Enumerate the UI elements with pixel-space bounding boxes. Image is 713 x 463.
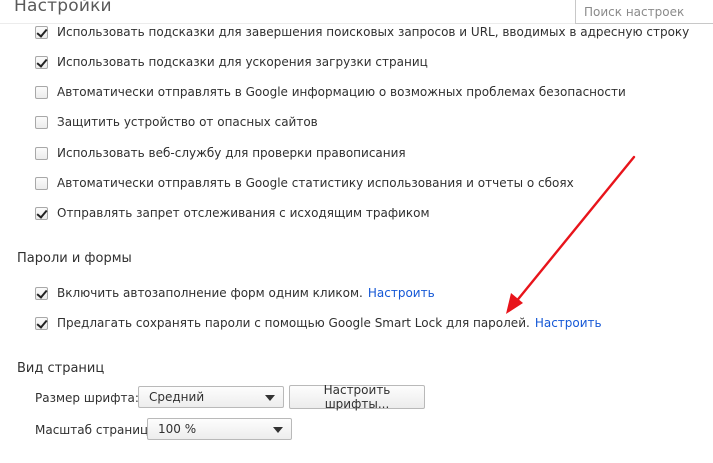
checkbox-row-autofill[interactable]: Включить автозаполнение форм одним клико… bbox=[35, 285, 435, 301]
checkbox[interactable] bbox=[35, 176, 48, 190]
dropdown-arrow-icon bbox=[273, 427, 283, 433]
checkbox-row-safe-browsing[interactable]: Защитить устройство от опасных сайтов bbox=[35, 114, 318, 130]
checkbox-label: Отправлять запрет отслеживания с исходящ… bbox=[57, 206, 430, 220]
dropdown-arrow-icon bbox=[265, 395, 275, 401]
checkbox-label: Предлагать сохранять пароли с помощью Go… bbox=[57, 316, 530, 330]
checkbox-row-search-suggestions[interactable]: Использовать подсказки для завершения по… bbox=[35, 24, 689, 40]
font-size-label: Размер шрифта: bbox=[35, 391, 139, 405]
checkbox-row-usage-stats[interactable]: Автоматически отправлять в Google статис… bbox=[35, 175, 574, 191]
checkbox-label: Использовать подсказки для ускорения заг… bbox=[57, 55, 428, 69]
checkbox-label: Использовать веб-службу для проверки пра… bbox=[57, 146, 406, 160]
checkbox[interactable] bbox=[35, 55, 48, 69]
checkbox-row-prefetch[interactable]: Использовать подсказки для ускорения заг… bbox=[35, 54, 428, 70]
checkbox-label: Автоматически отправлять в Google статис… bbox=[57, 176, 574, 190]
passwords-settings-link[interactable]: Настроить bbox=[535, 316, 602, 330]
page-zoom-label: Масштаб страницы: bbox=[35, 423, 162, 437]
checkbox[interactable] bbox=[35, 206, 48, 220]
checkbox-label: Автоматически отправлять в Google информ… bbox=[57, 85, 626, 99]
autofill-settings-link[interactable]: Настроить bbox=[368, 286, 435, 300]
page-title: Настройки bbox=[14, 0, 112, 16]
font-size-value: Средний bbox=[149, 390, 205, 404]
checkbox-row-security-reports[interactable]: Автоматически отправлять в Google информ… bbox=[35, 84, 626, 100]
checkbox-label: Защитить устройство от опасных сайтов bbox=[57, 115, 318, 129]
section-title-passwords: Пароли и формы bbox=[17, 251, 132, 266]
customize-fonts-button[interactable]: Настроить шрифты... bbox=[289, 383, 425, 411]
section-title-appearance: Вид страниц bbox=[17, 361, 105, 376]
settings-page: Настройки Использовать подсказки для зав… bbox=[0, 0, 713, 463]
checkbox-label: Использовать подсказки для завершения по… bbox=[57, 25, 690, 39]
checkbox[interactable] bbox=[35, 316, 48, 330]
checkbox-row-spellcheck[interactable]: Использовать веб-службу для проверки пра… bbox=[35, 145, 406, 161]
checkbox[interactable] bbox=[35, 85, 48, 99]
font-size-select[interactable]: Средний bbox=[138, 386, 284, 408]
search-settings-input[interactable] bbox=[575, 0, 713, 24]
checkbox[interactable] bbox=[35, 115, 48, 129]
page-zoom-value: 100 % bbox=[158, 422, 197, 436]
checkbox[interactable] bbox=[35, 25, 48, 39]
checkbox-row-do-not-track[interactable]: Отправлять запрет отслеживания с исходящ… bbox=[35, 205, 430, 221]
checkbox-label: Включить автозаполнение форм одним клико… bbox=[57, 286, 363, 300]
page-zoom-select[interactable]: 100 % bbox=[147, 418, 292, 440]
checkbox[interactable] bbox=[35, 146, 48, 160]
checkbox-row-smart-lock[interactable]: Предлагать сохранять пароли с помощью Go… bbox=[35, 315, 602, 331]
checkbox[interactable] bbox=[35, 286, 48, 300]
